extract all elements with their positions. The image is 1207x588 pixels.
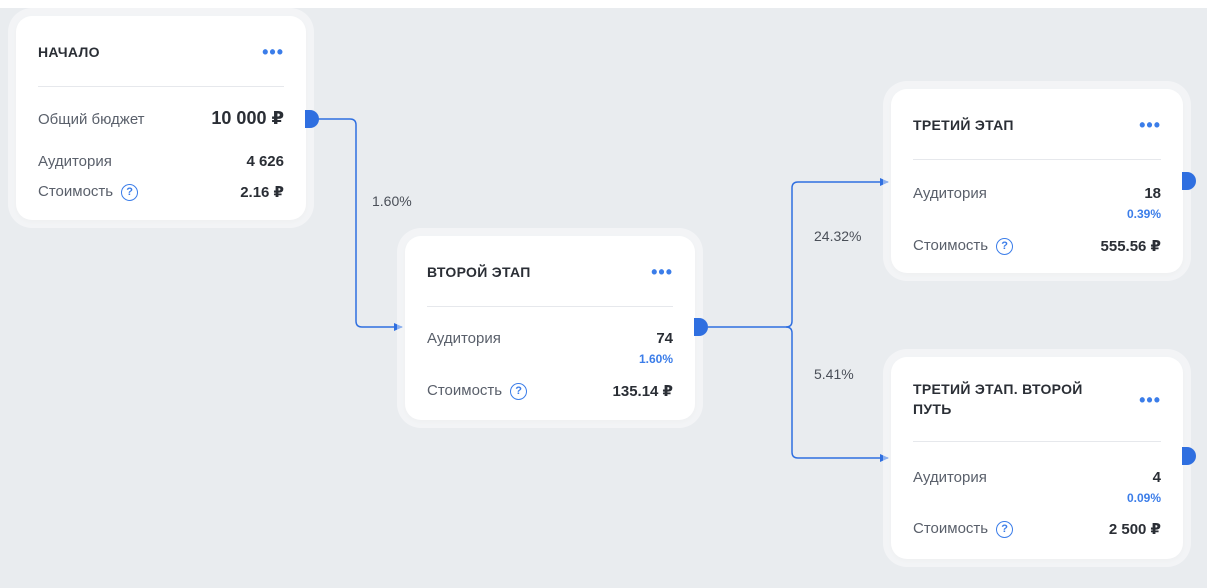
audience-label: Аудитория — [38, 153, 112, 170]
audience-percent: 0.09% — [1126, 491, 1161, 505]
node-start-budget-row: Общий бюджет 10 000 ₽ — [38, 108, 284, 134]
cost-label: Стоимость — [38, 183, 114, 200]
audience-label: Аудитория — [427, 330, 501, 347]
audience-value: 18 — [1144, 185, 1161, 202]
node-third-alt-header: ТРЕТИЙ ЭТАП. ВТОРОЙ ПУТЬ ••• — [913, 357, 1161, 442]
ellipsis-icon[interactable]: ••• — [262, 43, 284, 61]
node-third-title: ТРЕТИЙ ЭТАП — [913, 117, 1014, 133]
audience-value: 4 — [1152, 469, 1161, 486]
node-second[interactable]: ВТОРОЙ ЭТАП ••• Аудитория 74 1.60% Стоим… — [405, 236, 695, 420]
node-third-header: ТРЕТИЙ ЭТАП ••• — [913, 89, 1161, 160]
node-third[interactable]: ТРЕТИЙ ЭТАП ••• Аудитория 18 0.39% Стоим… — [891, 89, 1183, 273]
audience-label: Аудитория — [913, 469, 987, 486]
ellipsis-icon[interactable]: ••• — [1139, 391, 1161, 409]
node-third-cost-row: Стоимость? 555.56 ₽ — [913, 237, 1161, 259]
help-icon[interactable]: ? — [510, 383, 528, 400]
audience-label: Аудитория — [913, 185, 987, 202]
node-start-audience-row: Аудитория 4 626 — [38, 153, 284, 175]
ellipsis-icon[interactable]: ••• — [651, 263, 673, 281]
help-icon[interactable]: ? — [996, 521, 1014, 538]
node-second-cost-row: Стоимость? 135.14 ₽ — [427, 382, 673, 404]
edge-second-to-third — [708, 178, 889, 328]
node-second-title: ВТОРОЙ ЭТАП — [427, 264, 531, 280]
ellipsis-icon[interactable]: ••• — [1139, 116, 1161, 134]
help-icon[interactable]: ? — [996, 238, 1014, 255]
node-third-audience-row: Аудитория 18 0.39% — [913, 185, 1161, 225]
cost-label: Стоимость — [427, 382, 503, 399]
audience-percent: 1.60% — [638, 352, 673, 366]
node-start-header: НАЧАЛО ••• — [38, 16, 284, 87]
budget-value: 10 000 ₽ — [211, 108, 284, 128]
node-third-alt[interactable]: ТРЕТИЙ ЭТАП. ВТОРОЙ ПУТЬ ••• Аудитория 4… — [891, 357, 1183, 559]
audience-value: 4 626 — [246, 153, 284, 170]
cost-label: Стоимость — [913, 237, 989, 254]
node-third-alt-title-line1: ТРЕТИЙ ЭТАП. ВТОРОЙ — [913, 381, 1083, 397]
cost-label-wrap: Стоимость? — [427, 382, 528, 400]
edge-start-to-second — [318, 118, 403, 331]
edge-label-second-to-third: 24.32% — [814, 228, 862, 244]
cost-value: 2.16 ₽ — [240, 184, 284, 201]
node-third-alt-cost-row: Стоимость? 2 500 ₽ — [913, 520, 1161, 542]
audience-value: 74 — [656, 330, 673, 347]
node-start-cost-row: Стоимость? 2.16 ₽ — [38, 183, 284, 205]
cost-value: 2 500 ₽ — [1108, 521, 1161, 538]
cost-label-wrap: Стоимость? — [38, 183, 139, 201]
edge-label-start-to-second: 1.60% — [372, 193, 412, 209]
cost-label: Стоимость — [913, 520, 989, 537]
cost-value: 135.14 ₽ — [612, 383, 673, 400]
node-third-alt-title: ТРЕТИЙ ЭТАП. ВТОРОЙ ПУТЬ — [913, 379, 1083, 419]
help-icon[interactable]: ? — [121, 184, 139, 201]
node-third-alt-title-line2: ПУТЬ — [913, 401, 952, 417]
cost-label-wrap: Стоимость? — [913, 237, 1014, 255]
budget-label: Общий бюджет — [38, 111, 145, 128]
node-start-title: НАЧАЛО — [38, 44, 100, 60]
node-start[interactable]: НАЧАЛО ••• Общий бюджет 10 000 ₽ Аудитор… — [16, 16, 306, 220]
audience-percent: 0.39% — [1126, 207, 1161, 221]
node-second-audience-row: Аудитория 74 1.60% — [427, 330, 673, 370]
node-third-alt-audience-row: Аудитория 4 0.09% — [913, 469, 1161, 509]
node-second-header: ВТОРОЙ ЭТАП ••• — [427, 236, 673, 307]
edge-label-second-to-third-alt: 5.41% — [814, 366, 854, 382]
edge-second-to-third-alt — [785, 326, 889, 462]
cost-label-wrap: Стоимость? — [913, 520, 1014, 538]
cost-value: 555.56 ₽ — [1100, 238, 1161, 255]
